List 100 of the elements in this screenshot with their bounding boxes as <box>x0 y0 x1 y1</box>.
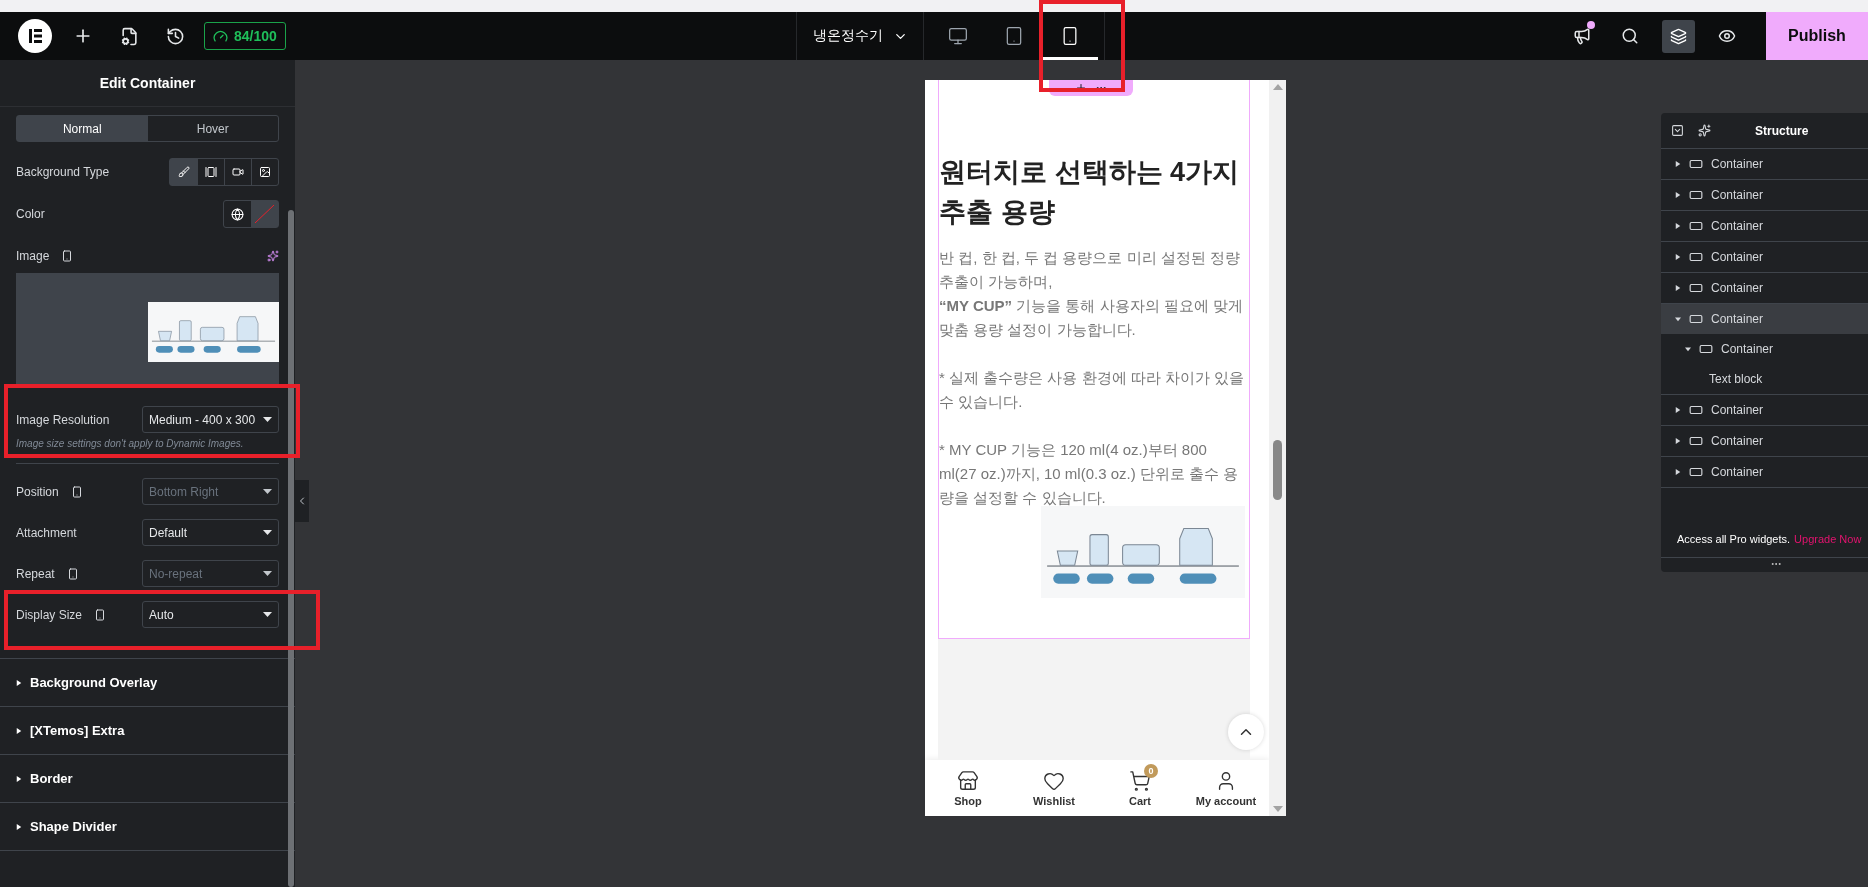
caret-right-icon[interactable] <box>1675 284 1681 292</box>
caret-right-icon[interactable] <box>1675 222 1681 230</box>
field-label: Repeat <box>16 566 55 581</box>
field-label: Background Type <box>16 165 110 179</box>
scrollbar-thumb[interactable] <box>288 210 294 887</box>
upgrade-link[interactable]: Upgrade Now <box>1794 532 1862 545</box>
caret-icon <box>263 417 272 422</box>
caret-right-icon[interactable] <box>1675 406 1681 414</box>
field-label: Position <box>16 484 59 499</box>
caret-right-icon[interactable] <box>1675 253 1681 261</box>
nav-item[interactable]: Wishlist <box>1011 760 1097 816</box>
nav-item[interactable]: My account <box>1183 760 1269 816</box>
background-type-selector[interactable] <box>169 158 279 186</box>
caret-right-icon[interactable] <box>1675 468 1681 476</box>
mobile-icon[interactable] <box>94 608 107 621</box>
caret-right-icon[interactable] <box>1675 191 1681 199</box>
video-icon <box>232 166 244 178</box>
panel-title: Structure <box>1755 123 1809 138</box>
mobile-icon[interactable] <box>66 567 79 580</box>
classic-icon <box>177 166 190 178</box>
gauge-icon <box>213 28 228 44</box>
page-title-dropdown[interactable]: 냉온정수기 <box>796 12 924 60</box>
history-icon <box>165 26 185 46</box>
search-icon <box>1621 27 1639 45</box>
layers-icon <box>1670 27 1687 45</box>
tree-item[interactable]: Container <box>1661 426 1868 456</box>
classic-option-button[interactable] <box>170 159 197 185</box>
tree-item[interactable]: Container <box>1661 457 1868 487</box>
tree-item[interactable]: Container <box>1661 304 1868 334</box>
scrollbar-thumb[interactable] <box>1273 440 1282 500</box>
nav-item[interactable]: 0 Cart <box>1097 760 1183 816</box>
cart-icon <box>1129 769 1151 792</box>
container-icon <box>1689 434 1703 448</box>
caret-right-icon[interactable] <box>1675 437 1681 445</box>
caret-icon <box>263 530 272 535</box>
tablet-icon <box>1004 25 1024 46</box>
color-swatch[interactable] <box>251 201 278 227</box>
select-field[interactable]: Medium - 400 x 300 <box>142 406 279 433</box>
gradient-icon <box>205 166 217 178</box>
structure-button[interactable] <box>1662 19 1695 53</box>
hint-text: Image size settings don't apply to Dynamic Images. <box>16 438 245 449</box>
tree-item[interactable]: Container <box>1661 211 1868 241</box>
field-label: Attachment <box>16 525 77 540</box>
tree-item[interactable]: Text block <box>1661 364 1868 394</box>
logo-icon[interactable] <box>18 19 52 53</box>
nav-item[interactable]: Shop <box>925 760 1011 816</box>
container-icon <box>1699 342 1713 356</box>
caret-right-icon[interactable] <box>16 774 22 783</box>
caret-right-icon[interactable] <box>16 726 22 735</box>
field-label: Display Size <box>16 607 83 622</box>
image-preview[interactable] <box>16 273 279 384</box>
tree-item[interactable]: Container <box>1661 242 1868 272</box>
collapse-icon[interactable] <box>1671 124 1684 137</box>
container-icon <box>1689 250 1703 264</box>
promo-text: Access all Pro widgets. <box>1677 532 1791 545</box>
color-picker[interactable] <box>223 200 279 228</box>
caret-down-icon[interactable] <box>1685 345 1691 353</box>
mobile-icon[interactable] <box>61 249 74 262</box>
tree-item[interactable]: Container <box>1661 273 1868 303</box>
caret-right-icon[interactable] <box>16 822 22 831</box>
container-icon <box>1689 219 1703 233</box>
select-field[interactable]: Auto <box>142 601 279 628</box>
body-paragraph: * 실제 출수량은 사용 환경에 따라 차이가 있을 수 있습니다. <box>939 368 1245 412</box>
caret-icon <box>263 612 272 617</box>
state-tab[interactable]: Normal <box>17 116 148 141</box>
caret-right-icon[interactable] <box>1675 160 1681 168</box>
publish-button[interactable]: Publish <box>1766 12 1868 60</box>
state-tab[interactable]: Hover <box>147 116 278 141</box>
section-heading: 원터치로 선택하는 4가지 추출 용량 <box>939 156 1241 229</box>
panel-title: Edit Container <box>99 75 196 91</box>
tree-item[interactable]: Container <box>1661 149 1868 179</box>
container-icon <box>1689 403 1703 417</box>
settings-icon <box>119 26 139 46</box>
tree-item[interactable]: Container <box>1661 180 1868 210</box>
container-icon <box>1689 465 1703 479</box>
container-icon <box>1689 157 1703 171</box>
eye-icon <box>1718 27 1736 45</box>
field-label: Image Resolution <box>16 412 110 427</box>
globe-icon <box>231 207 244 221</box>
tree-item[interactable]: Container <box>1661 334 1868 364</box>
caret-right-icon[interactable] <box>16 678 22 687</box>
container-outline[interactable] <box>938 80 1250 639</box>
sparkle-icon[interactable] <box>267 249 279 262</box>
select-field[interactable]: Default <box>142 519 279 546</box>
caret-icon <box>263 571 272 576</box>
score-button[interactable]: 84/100 <box>204 22 286 50</box>
megaphone-icon <box>1573 27 1591 45</box>
desktop-icon <box>948 25 968 46</box>
container-icon <box>1689 281 1703 295</box>
field-label: Image <box>16 248 50 263</box>
container-icon <box>1689 188 1703 202</box>
caret-down-icon[interactable] <box>1675 315 1681 323</box>
container-icon <box>1689 312 1703 326</box>
mobile-icon[interactable] <box>70 485 83 498</box>
shop-icon <box>957 769 979 792</box>
body-paragraph: * MY CUP 기능은 120 ml(4 oz.)부터 800 ml(27 oz.)까지, 10 ml(0.3 oz.) 단위로 출수 용량을 설정할 수 있습니다. <box>939 440 1240 508</box>
cart-count-badge: 0 <box>1144 763 1158 778</box>
sparkle-icon[interactable] <box>1698 124 1711 137</box>
tree-item[interactable]: Container <box>1661 395 1868 425</box>
caret-icon <box>263 489 272 494</box>
